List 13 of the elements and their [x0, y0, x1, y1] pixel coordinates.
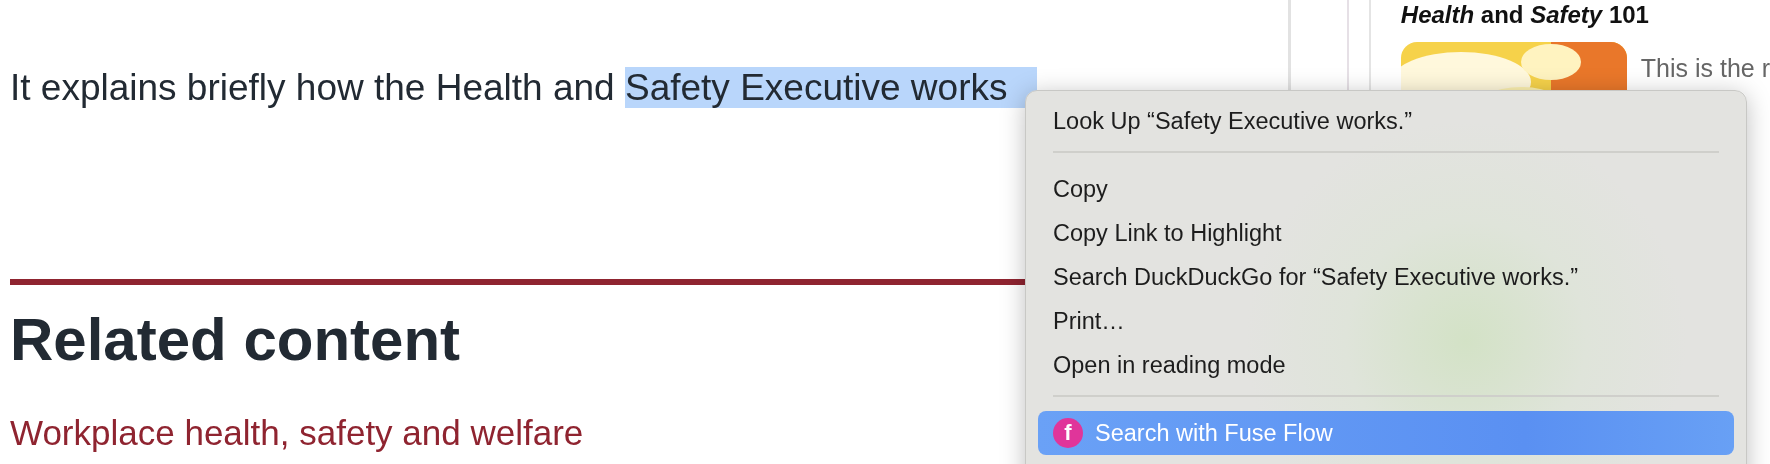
menu-item[interactable]: Copy — [1038, 167, 1734, 211]
related-link[interactable]: Workplace health, safety and welfare — [10, 415, 584, 451]
menu-item[interactable]: Print… — [1038, 299, 1734, 343]
card-description: This is the r — [1640, 54, 1770, 84]
section-heading: Related content — [10, 307, 461, 373]
sidebar-title: Health and Safety 101 — [1400, 0, 1650, 30]
menu-item-label: Search with Fuse Flow — [1095, 419, 1333, 447]
menu-item[interactable]: Search DuckDuckGo for “Safety Executive works.” — [1038, 255, 1734, 299]
selected-text: Safety Executive works — [624, 67, 1038, 108]
menu-item[interactable]: Copy Link to Highlight — [1038, 211, 1734, 255]
extension-icon: f — [1053, 418, 1083, 448]
menu-item[interactable]: f Search with Fuse Flow — [1038, 411, 1734, 455]
menu-item[interactable]: Open in reading mode — [1038, 343, 1734, 387]
